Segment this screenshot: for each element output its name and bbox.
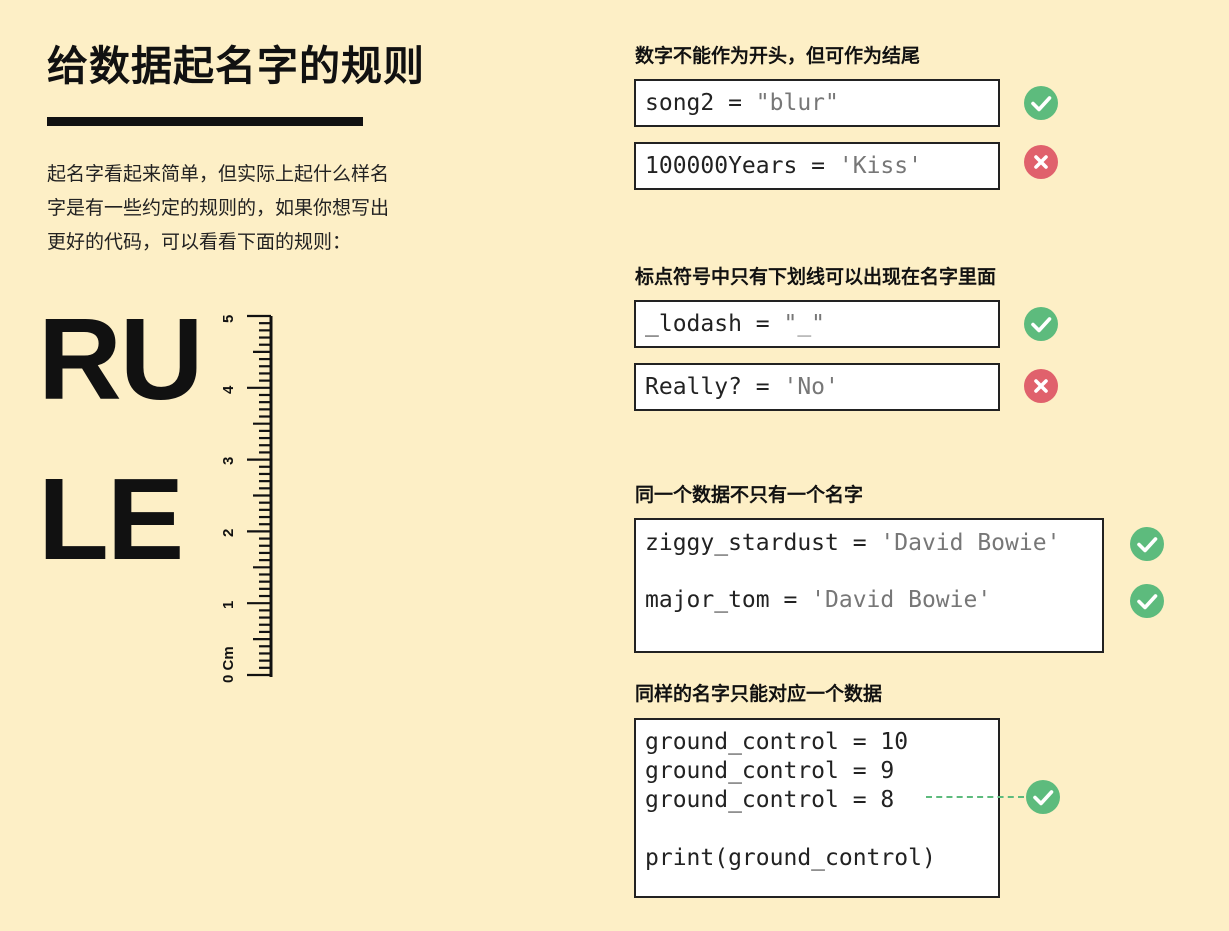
ruler-label: 3 xyxy=(220,457,237,465)
ruler-label: 4 xyxy=(220,385,237,394)
code-text: ziggy_stardust = xyxy=(645,530,881,556)
code-text: 100000Years = xyxy=(645,153,839,179)
rule-title: 标点符号中只有下划线可以出现在名字里面 xyxy=(635,266,997,288)
code-text: song2 = xyxy=(645,90,756,116)
rule-title: 数字不能作为开头，但可作为结尾 xyxy=(635,45,921,67)
string-value: "_" xyxy=(783,311,826,337)
rule-title: 同样的名字只能对应一个数据 xyxy=(635,683,883,705)
ruler-label: 5 xyxy=(220,315,237,323)
code-line: ground_control = 8 xyxy=(645,787,895,813)
code-line: ground_control = 10 xyxy=(645,729,909,755)
string-value: 'David Bowie' xyxy=(811,587,992,613)
page-title: 给数据起名字的规则 xyxy=(47,42,425,90)
code-text: _lodash = xyxy=(645,311,784,337)
string-value: 'Kiss' xyxy=(838,153,922,179)
rule-big-text-1: RU xyxy=(38,294,204,424)
string-value: 'No' xyxy=(783,374,839,400)
code-line: _lodash = "_" xyxy=(645,311,825,337)
code-line: ground_control = 9 xyxy=(645,758,895,784)
code-line: print(ground_control) xyxy=(645,845,936,871)
check-icon xyxy=(1024,307,1058,341)
intro-line: 更好的代码，可以看看下面的规则： xyxy=(47,231,352,253)
rule-title: 同一个数据不只有一个名字 xyxy=(635,484,864,506)
intro-paragraph: 起名字看起来简单，但实际上起什么样名 字是有一些约定的规则的，如果你想写出 更好… xyxy=(47,157,447,259)
string-value: "blur" xyxy=(755,90,839,116)
code-text: major_tom = xyxy=(645,587,812,613)
code-text: Really? = xyxy=(645,374,784,400)
cross-icon xyxy=(1024,145,1058,179)
code-example-box: 100000Years = 'Kiss' xyxy=(634,142,1000,190)
check-icon xyxy=(1130,584,1164,618)
code-example-box: song2 = "blur" xyxy=(634,79,1000,127)
intro-line: 起名字看起来简单，但实际上起什么样名 xyxy=(47,163,390,185)
code-line: song2 = "blur" xyxy=(645,90,839,116)
ruler-icon: 0 Cm 1 2 3 4 5 xyxy=(220,315,273,683)
title-underline xyxy=(47,117,363,126)
code-example-box: ziggy_stardust = 'David Bowie' major_tom… xyxy=(634,518,1104,653)
code-line: major_tom = 'David Bowie' xyxy=(645,587,991,613)
cross-icon xyxy=(1024,369,1058,403)
ruler-label: 1 xyxy=(220,601,237,609)
dashed-connector xyxy=(926,796,1024,798)
intro-line: 字是有一些约定的规则的，如果你想写出 xyxy=(47,197,390,219)
check-icon xyxy=(1024,86,1058,120)
code-example-box: _lodash = "_" xyxy=(634,300,1000,348)
check-icon xyxy=(1130,527,1164,561)
code-line: Really? = 'No' xyxy=(645,374,839,400)
code-example-box: ground_control = 10 ground_control = 9 g… xyxy=(634,718,1000,898)
string-value: 'David Bowie' xyxy=(880,530,1061,556)
code-example-box: Really? = 'No' xyxy=(634,363,1000,411)
check-icon xyxy=(1026,780,1060,814)
ruler-label: 0 Cm xyxy=(220,646,237,683)
code-line: ziggy_stardust = 'David Bowie' xyxy=(645,530,1060,556)
ruler-label: 2 xyxy=(220,529,237,537)
code-line: 100000Years = 'Kiss' xyxy=(645,153,922,179)
rule-big-text-2: LE xyxy=(38,454,184,584)
